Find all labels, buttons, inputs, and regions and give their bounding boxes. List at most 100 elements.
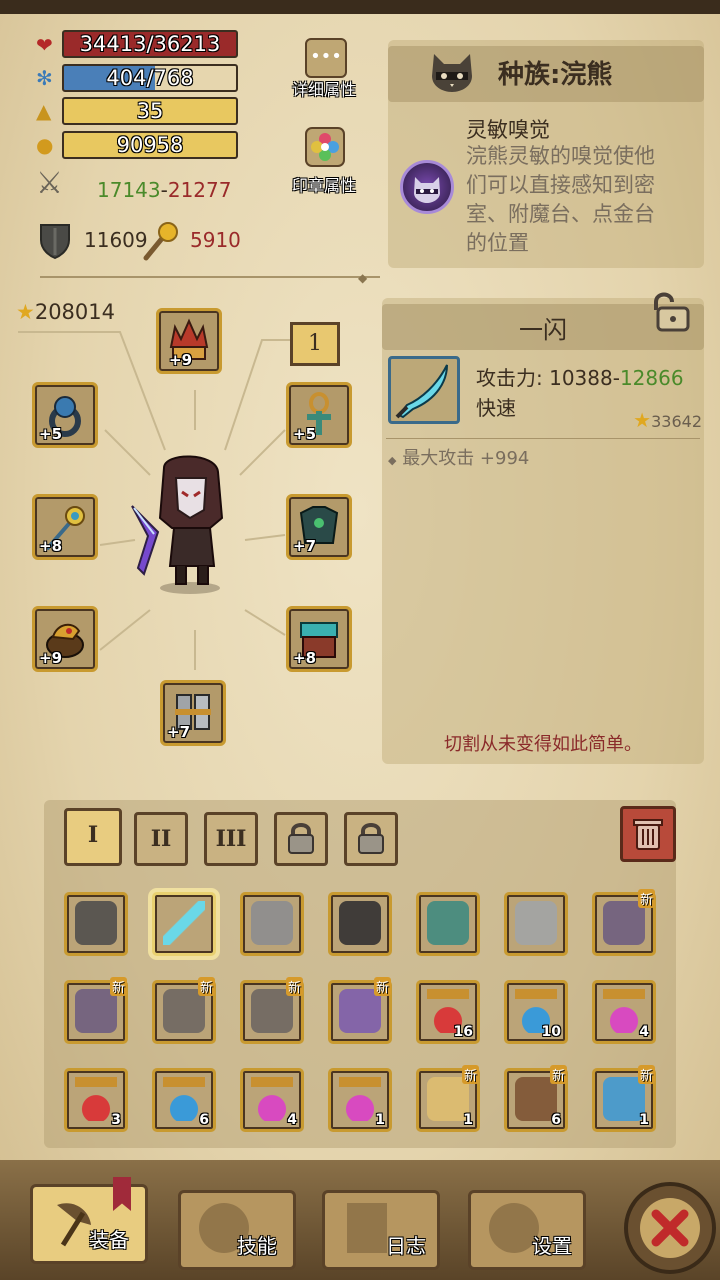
inventory-slot[interactable]	[152, 892, 216, 956]
hero-character	[131, 455, 224, 594]
inventory-slot[interactable]	[240, 892, 304, 956]
tab-1[interactable]: I	[64, 808, 122, 866]
inventory-slot[interactable]: 新	[592, 889, 656, 956]
inventory-slot[interactable]: 1	[328, 1068, 392, 1132]
inventory-slot[interactable]: 4	[240, 1068, 304, 1132]
magic-value: 5910	[190, 228, 241, 252]
tab-2[interactable]: II	[134, 812, 188, 866]
item-count: 1	[375, 1112, 385, 1128]
item-detail-panel: 一闪 攻击力: 10388-12866 快速 ★33642 ◆ 最大攻击 +99…	[382, 292, 704, 764]
item-count: 6	[199, 1112, 209, 1128]
page-badge[interactable]: 1	[290, 322, 340, 366]
dots-glyph: •••	[310, 46, 342, 67]
shovel-staff-icon	[75, 901, 117, 945]
new-badge: 新	[373, 977, 391, 996]
desc-line-4: 的位置	[466, 231, 529, 255]
defense-value: 11609	[84, 228, 148, 252]
item-speed: 快速	[476, 396, 516, 420]
new-badge: 新	[549, 1065, 567, 1084]
new-badge: 新	[637, 889, 655, 908]
new-badge: 新	[197, 977, 215, 996]
item-count: 6	[551, 1112, 561, 1128]
inventory-slot[interactable]	[64, 892, 128, 956]
item-score: ★33642	[633, 408, 702, 432]
inventory-slot[interactable]: 1新	[592, 1065, 656, 1132]
inventory-slot[interactable]: 新	[152, 977, 216, 1044]
desc-line-2: 们可以直接感知到密	[466, 173, 655, 197]
steel-boots-icon	[515, 901, 557, 945]
inventory-slot[interactable]: 10	[504, 980, 568, 1044]
inventory-slot[interactable]	[504, 892, 568, 956]
nav-log-button[interactable]: 日志	[322, 1190, 440, 1270]
armor-level: +7	[293, 537, 317, 555]
item-count: 4	[287, 1112, 297, 1128]
inventory-slot[interactable]: 6	[152, 1068, 216, 1132]
armor-slot[interactable]: +7	[286, 494, 352, 560]
item-count: 10	[541, 1024, 561, 1040]
item-bonus: ◆ 最大攻击 +994	[388, 444, 529, 470]
unlock-icon[interactable]	[646, 290, 694, 334]
attack-dash: -	[160, 178, 168, 202]
mp-bar: 404/768	[62, 64, 238, 92]
tab-1-label: I	[87, 822, 99, 848]
inventory-slot[interactable]	[328, 892, 392, 956]
ring-slot[interactable]: +5	[32, 382, 98, 448]
item-attack: 攻击力: 10388-12866	[476, 362, 684, 391]
attack-high: 21277	[167, 178, 232, 202]
racial-skill-name: 灵敏嗅觉	[466, 118, 550, 142]
bracer-slot[interactable]: +9	[32, 606, 98, 672]
nav-equip-label: 装备	[89, 1228, 129, 1252]
close-button[interactable]	[624, 1182, 716, 1274]
item-attack-high: 12866	[619, 366, 684, 390]
item-score-value: 33642	[651, 412, 702, 431]
detail-attributes-button[interactable]: ••• 详细属性	[288, 30, 360, 100]
inventory-slot[interactable]: 4	[592, 980, 656, 1044]
gold-value: 90958	[116, 133, 184, 157]
tab-3[interactable]: III	[204, 812, 258, 866]
inventory-slot[interactable]: 新	[64, 977, 128, 1044]
seal-attributes-label: 印章属性	[291, 176, 356, 195]
race-panel: 种族:浣熊 灵敏嗅觉 浣熊灵敏的嗅觉使他 们可以直接感知到密 室、附魔台、点金台…	[388, 40, 704, 268]
item-icon	[388, 356, 460, 424]
attack-low: 17143	[97, 178, 161, 202]
crossed-swords-icon: ⚔	[36, 166, 63, 201]
desc-line-1: 浣熊灵敏的嗅觉使他	[466, 144, 655, 168]
level-icon: ▲	[36, 99, 52, 123]
amulet-slot[interactable]: +5	[286, 382, 352, 448]
character-screen: { "stats": { "hp": "34413/36213", "mp": …	[0, 0, 720, 1280]
boots-slot[interactable]: +7	[160, 680, 226, 746]
nav-settings-label: 设置	[532, 1234, 572, 1258]
inventory-slot[interactable]: 新	[240, 977, 304, 1044]
bracer-level: +9	[39, 649, 63, 667]
inventory-slot[interactable]: 3	[64, 1068, 128, 1132]
page-badge-value: 1	[308, 331, 322, 356]
staff-slot[interactable]: +8	[32, 494, 98, 560]
nav-equip-button[interactable]: 装备	[30, 1177, 148, 1264]
curved-blade-icon	[395, 364, 448, 419]
raccoon-icon	[432, 54, 472, 92]
trash-button[interactable]	[620, 806, 676, 862]
inventory-slot[interactable]: 6新	[504, 1065, 568, 1132]
divider	[40, 276, 380, 278]
belt-slot[interactable]: +8	[286, 606, 352, 672]
seal-attributes-button[interactable]: 印章属性	[288, 122, 360, 196]
inventory-slot[interactable]: 1新	[416, 1065, 480, 1132]
flower-seal-icon	[305, 127, 345, 167]
nav-skills-button[interactable]: 技能	[178, 1190, 296, 1270]
item-count: 3	[111, 1112, 121, 1128]
inventory-slot[interactable]: 16	[416, 980, 480, 1044]
staff-level: +8	[39, 537, 63, 555]
item-star-icon: ★	[633, 408, 652, 432]
tab-4-locked[interactable]	[274, 812, 328, 866]
mana-icon: ✻	[36, 66, 53, 90]
item-count: 4	[639, 1024, 649, 1040]
magic-staff-icon	[143, 222, 178, 261]
tab-5-locked[interactable]	[344, 812, 398, 866]
helmet-slot[interactable]: +9	[156, 308, 222, 374]
item-flavor: 切割从未变得如此简单。	[444, 734, 642, 755]
nav-settings-button[interactable]: 设置	[468, 1190, 586, 1270]
inventory-slot[interactable]: 新	[328, 977, 392, 1044]
inventory-slot[interactable]	[416, 892, 480, 956]
shield-icon	[40, 224, 70, 260]
nav-log-label: 日志	[386, 1234, 426, 1258]
